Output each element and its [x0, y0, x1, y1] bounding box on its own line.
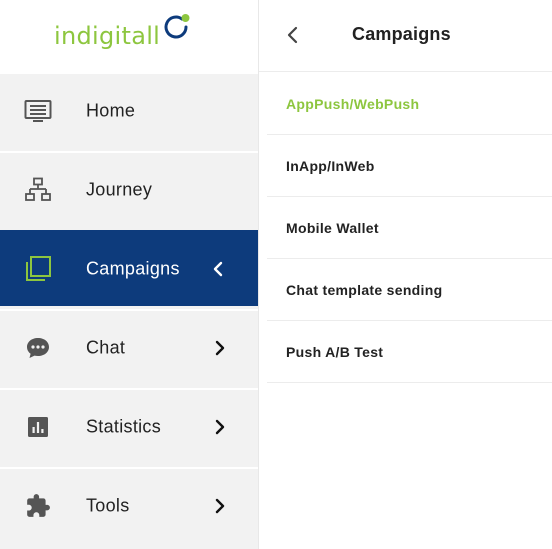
bar-chart-icon [24, 413, 52, 441]
sidebar-item-label: Chat [86, 337, 126, 358]
submenu-header: Campaigns [259, 0, 552, 72]
monitor-list-icon [24, 97, 52, 125]
sidebar-item-label: Journey [86, 179, 153, 200]
submenu-item-label: InApp/InWeb [286, 157, 375, 174]
submenu-item-label: Chat template sending [286, 281, 443, 298]
logo-text: indigitall [54, 22, 161, 50]
submenu-item-label: AppPush/WebPush [286, 95, 420, 112]
submenu-item-apppush-webpush[interactable]: AppPush/WebPush [267, 73, 552, 135]
sidebar-item-label: Campaigns [86, 258, 180, 279]
sidebar-item-label: Statistics [86, 416, 162, 437]
sidebar-item-statistics[interactable]: Statistics [0, 388, 258, 464]
chevron-right-icon[interactable] [210, 497, 228, 515]
sidebar-item-chat[interactable]: Chat [0, 309, 258, 385]
campaigns-submenu: Campaigns AppPush/WebPush InApp/InWeb Mo… [258, 0, 552, 549]
chevron-right-icon[interactable] [210, 339, 228, 357]
layers-icon [24, 255, 52, 283]
sidebar: indigitall Home Journey Campaigns Chat S… [0, 0, 258, 549]
submenu-item-mobile-wallet[interactable]: Mobile Wallet [267, 197, 552, 259]
indigitall-logo[interactable]: indigitall [54, 13, 192, 53]
sidebar-item-journey[interactable]: Journey [0, 151, 258, 227]
sidebar-item-campaigns[interactable]: Campaigns [0, 230, 258, 306]
chat-bubble-icon [24, 334, 52, 362]
submenu-item-label: Mobile Wallet [286, 219, 379, 236]
submenu-item-push-ab-test[interactable]: Push A/B Test [267, 321, 552, 383]
sidebar-item-label: Home [86, 100, 136, 121]
chevron-left-icon[interactable] [210, 260, 228, 278]
logo-mark-icon [164, 14, 190, 39]
sidebar-item-label: Tools [86, 495, 130, 516]
chevron-right-icon[interactable] [210, 418, 228, 436]
submenu-item-chat-template-sending[interactable]: Chat template sending [267, 259, 552, 321]
logo-area: indigitall [0, 0, 258, 72]
submenu-title: Campaigns [352, 24, 451, 44]
submenu-item-inapp-inweb[interactable]: InApp/InWeb [267, 135, 552, 197]
sidebar-item-tools[interactable]: Tools [0, 467, 258, 543]
sitemap-icon [24, 176, 52, 204]
puzzle-icon [24, 492, 52, 520]
submenu-item-label: Push A/B Test [286, 343, 384, 360]
sidebar-item-home[interactable]: Home [0, 72, 258, 148]
back-button[interactable] [283, 24, 303, 46]
